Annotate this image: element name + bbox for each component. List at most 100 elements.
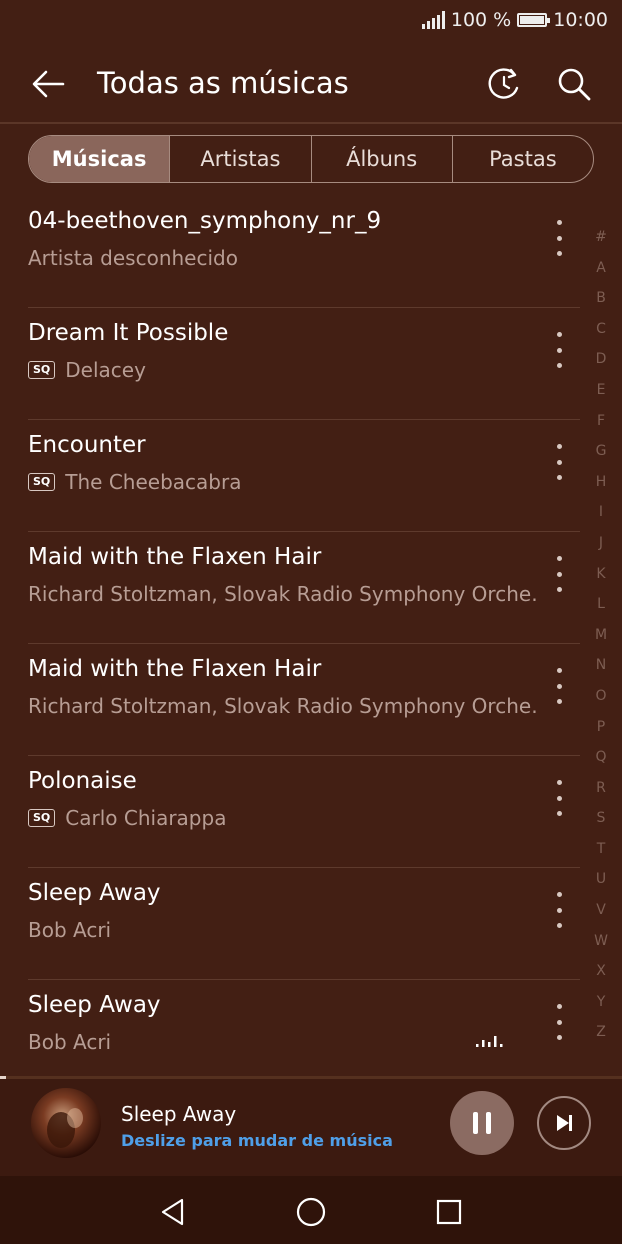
alphabet-letter[interactable]: H xyxy=(588,467,614,498)
nav-recents-button[interactable] xyxy=(427,1190,471,1234)
song-title: Sleep Away xyxy=(28,992,161,1018)
alphabet-letter[interactable]: A xyxy=(588,253,614,284)
battery-icon xyxy=(517,13,551,27)
alphabet-letter[interactable]: Z xyxy=(588,1017,614,1048)
alphabet-letter[interactable]: F xyxy=(588,406,614,437)
song-artist: Carlo Chiarappa xyxy=(65,806,227,830)
more-options-icon[interactable] xyxy=(548,1004,570,1040)
alphabet-letter[interactable]: V xyxy=(588,895,614,926)
clock: 10:00 xyxy=(553,9,608,31)
system-nav-bar xyxy=(0,1176,622,1244)
more-options-icon[interactable] xyxy=(548,556,570,592)
square-recents-icon xyxy=(436,1199,462,1225)
song-title: Dream It Possible xyxy=(28,320,229,346)
playback-progress[interactable] xyxy=(0,1076,622,1079)
song-row[interactable]: Polonaise SQ Carlo Chiarappa xyxy=(0,756,622,868)
alphabet-letter[interactable]: M xyxy=(588,620,614,651)
song-artist: Richard Stoltzman, Slovak Radio Symphony… xyxy=(28,694,540,718)
song-artist-line: SQ The Cheebacabra xyxy=(28,470,241,494)
more-options-icon[interactable] xyxy=(548,668,570,704)
status-bar: 100 % 10:00 xyxy=(0,0,622,44)
song-row[interactable]: Sleep Away Bob Acri xyxy=(0,868,622,980)
song-artist-line: SQ Carlo Chiarappa xyxy=(28,806,226,830)
song-title: Encounter xyxy=(28,432,146,458)
sync-button[interactable] xyxy=(482,62,526,106)
search-button[interactable] xyxy=(552,62,596,106)
refresh-icon xyxy=(488,68,519,99)
alphabet-letter[interactable]: N xyxy=(588,650,614,681)
alphabet-letter[interactable]: B xyxy=(588,283,614,314)
signal-icon xyxy=(421,11,445,29)
alphabet-letter[interactable]: # xyxy=(588,222,614,253)
alphabet-letter[interactable]: I xyxy=(588,497,614,528)
next-track-button[interactable] xyxy=(537,1096,591,1150)
nav-back-button[interactable] xyxy=(151,1190,195,1234)
song-artist-line: SQ Delacey xyxy=(28,358,146,382)
more-options-icon[interactable] xyxy=(548,444,570,480)
triangle-back-icon xyxy=(161,1198,184,1226)
alphabet-letter[interactable]: K xyxy=(588,559,614,590)
more-options-icon[interactable] xyxy=(548,892,570,928)
alphabet-letter[interactable]: P xyxy=(588,712,614,743)
sq-badge: SQ xyxy=(28,473,56,491)
pause-button[interactable] xyxy=(450,1091,514,1155)
song-artist-line: Bob Acri xyxy=(28,1030,111,1054)
song-artist: Bob Acri xyxy=(28,1030,112,1054)
alphabet-letter[interactable]: C xyxy=(588,314,614,345)
song-artist: Delacey xyxy=(65,358,146,382)
playback-progress-fill xyxy=(0,1076,7,1079)
alphabet-letter[interactable]: T xyxy=(588,834,614,865)
alphabet-letter[interactable]: Q xyxy=(588,742,614,773)
alphabet-letter[interactable]: U xyxy=(588,864,614,895)
app-header: Todas as músicas xyxy=(0,44,622,124)
song-row[interactable]: Dream It Possible SQ Delacey xyxy=(0,308,622,420)
song-artist: Artista desconhecido xyxy=(28,246,238,270)
song-artist-line: Richard Stoltzman, Slovak Radio Symphony… xyxy=(28,582,540,606)
alphabet-letter[interactable]: W xyxy=(588,926,614,957)
alphabet-letter[interactable]: L xyxy=(588,589,614,620)
back-button[interactable] xyxy=(22,62,74,106)
alphabet-letter[interactable]: S xyxy=(588,803,614,834)
more-options-icon[interactable] xyxy=(548,780,570,816)
alphabet-letter[interactable]: D xyxy=(588,344,614,375)
song-row[interactable]: Encounter SQ The Cheebacabra xyxy=(0,420,622,532)
alphabet-letter[interactable]: O xyxy=(588,681,614,712)
now-playing-equalizer-icon xyxy=(476,1036,503,1047)
alphabet-letter[interactable]: G xyxy=(588,436,614,467)
tab-artistas[interactable]: Artistas xyxy=(169,136,310,182)
swipe-hint: Deslize para mudar de música xyxy=(121,1131,393,1150)
alphabet-letter[interactable]: E xyxy=(588,375,614,406)
back-arrow-icon xyxy=(32,70,65,98)
song-list: 04-beethoven_symphony_nr_9 Artista descon… xyxy=(0,196,622,1092)
tab-albuns[interactable]: Álbuns xyxy=(310,136,452,182)
pause-icon xyxy=(473,1112,478,1134)
more-options-icon[interactable] xyxy=(548,220,570,256)
category-tabs: Músicas Artistas Álbuns Pastas xyxy=(28,135,594,183)
alphabet-index[interactable]: # A B C D E F G H I J K L M N O P Q R S T U V W X Y Z xyxy=(588,222,614,1048)
tab-pastas[interactable]: Pastas xyxy=(451,136,593,182)
alphabet-letter[interactable]: Y xyxy=(588,987,614,1018)
song-row[interactable]: 04-beethoven_symphony_nr_9 Artista descon… xyxy=(0,196,622,308)
circle-home-icon xyxy=(296,1197,326,1227)
album-art[interactable] xyxy=(31,1088,101,1158)
nav-home-button[interactable] xyxy=(289,1190,333,1234)
song-row[interactable]: Maid with the Flaxen Hair Richard Stoltzm… xyxy=(0,532,622,644)
song-artist: Bob Acri xyxy=(28,918,112,942)
song-title: Polonaise xyxy=(28,768,137,794)
alphabet-letter[interactable]: J xyxy=(588,528,614,559)
page-title: Todas as músicas xyxy=(97,66,349,100)
more-options-icon[interactable] xyxy=(548,332,570,368)
song-artist-line: Artista desconhecido xyxy=(28,246,238,270)
song-artist: Richard Stoltzman, Slovak Radio Symphony… xyxy=(28,582,540,606)
song-title: Maid with the Flaxen Hair xyxy=(28,544,322,570)
song-row[interactable]: Maid with the Flaxen Hair Richard Stoltzm… xyxy=(0,644,622,756)
alphabet-letter[interactable]: X xyxy=(588,956,614,987)
skip-next-icon xyxy=(557,1115,572,1131)
sq-badge: SQ xyxy=(28,809,56,827)
battery-percent: 100 % xyxy=(450,9,512,31)
song-title: Sleep Away xyxy=(28,880,161,906)
song-artist-line: Richard Stoltzman, Slovak Radio Symphony… xyxy=(28,694,540,718)
tab-musicas[interactable]: Músicas xyxy=(29,136,170,182)
mini-player[interactable]: Sleep Away Deslize para mudar de música xyxy=(0,1076,622,1176)
alphabet-letter[interactable]: R xyxy=(588,773,614,804)
